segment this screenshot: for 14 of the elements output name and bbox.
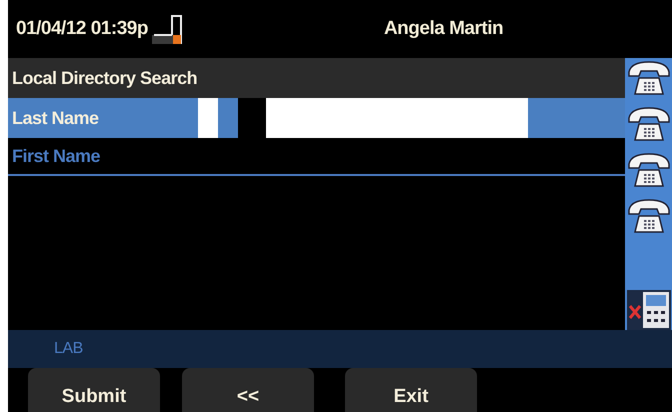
handset-icon [152, 13, 184, 45]
screen-title: Local Directory Search [12, 66, 198, 90]
user-name: Angela Martin [384, 16, 504, 41]
disconnected-phone-icon[interactable] [626, 290, 670, 330]
field-label: Last Name [12, 106, 100, 130]
field-row[interactable]: First Name [8, 138, 625, 176]
softkey-button[interactable]: Exit [345, 368, 477, 412]
text-cursor [238, 98, 266, 138]
status-label: LAB [54, 339, 83, 359]
field-row[interactable]: Last Name [8, 98, 625, 138]
date-time-text: 01/04/12 01:39p [16, 16, 148, 41]
softkey-button[interactable]: Submit [28, 368, 160, 412]
softkey-button[interactable]: << [182, 368, 314, 412]
field-label: First Name [12, 144, 102, 168]
